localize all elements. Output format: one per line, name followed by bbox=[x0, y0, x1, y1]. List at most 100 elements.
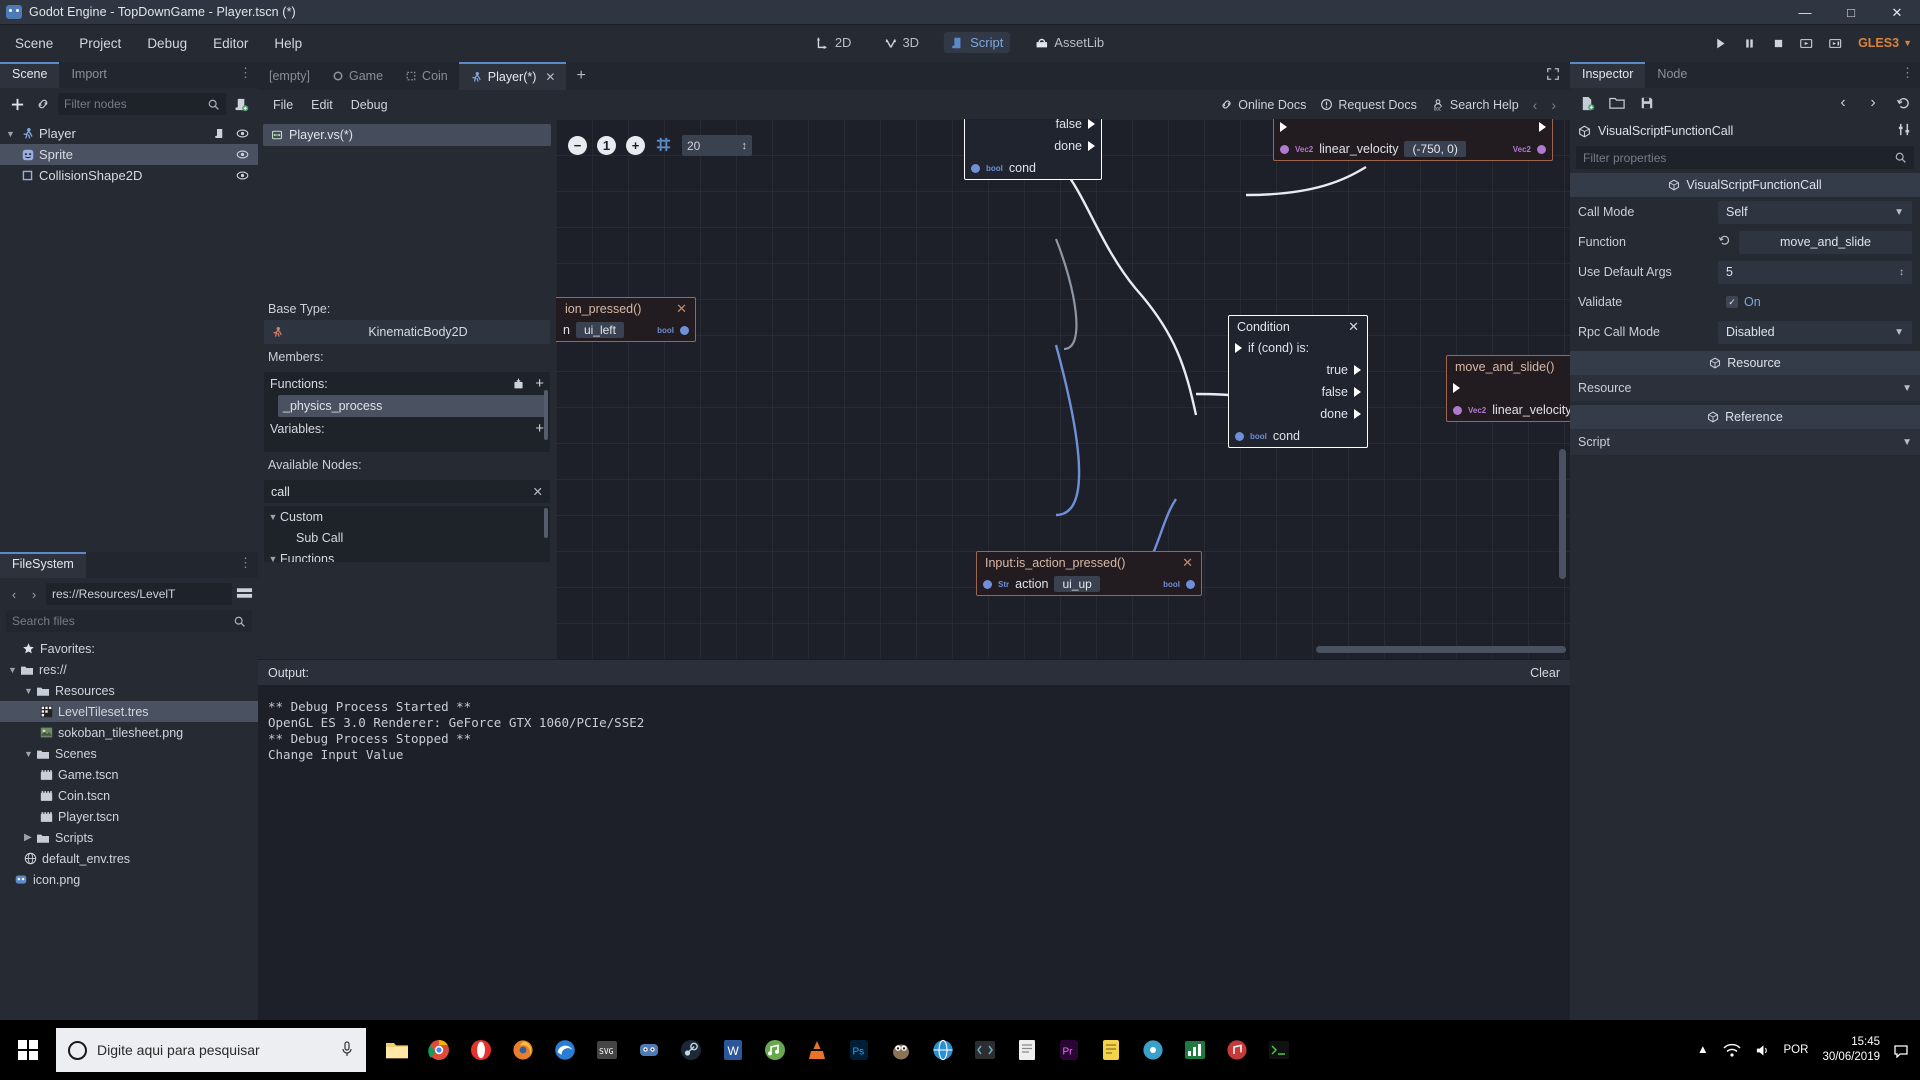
chevron-down-icon[interactable]: ▼ bbox=[1902, 383, 1912, 394]
pause-icon[interactable] bbox=[1736, 30, 1762, 56]
list-item[interactable]: ▶ Scripts bbox=[0, 827, 258, 848]
search-help-button[interactable]: DOC Search Help bbox=[1431, 98, 1519, 112]
tab-inspector[interactable]: Inspector bbox=[1570, 62, 1646, 88]
filter-nodes-input[interactable]: Filter nodes bbox=[58, 93, 226, 115]
firefox-icon[interactable] bbox=[502, 1026, 544, 1074]
graph-horizontal-scrollbar[interactable] bbox=[1316, 646, 1566, 653]
tab-script[interactable]: Script bbox=[944, 32, 1011, 53]
graph-node-row[interactable]: bool cond bbox=[1229, 425, 1367, 447]
chevron-down-icon[interactable]: ▼ bbox=[1894, 207, 1904, 218]
play-custom-scene-icon[interactable] bbox=[1823, 30, 1849, 56]
list-item[interactable]: ▼ Resources bbox=[0, 680, 258, 701]
tab-import[interactable]: Import bbox=[59, 62, 118, 88]
list-item[interactable]: ▼ Functions bbox=[264, 548, 550, 563]
vlc-icon[interactable] bbox=[796, 1026, 838, 1074]
play-scene-icon[interactable] bbox=[1794, 30, 1820, 56]
input-port-icon[interactable] bbox=[1235, 343, 1242, 353]
start-button[interactable] bbox=[0, 1020, 56, 1080]
nav-prev-button[interactable]: ‹ bbox=[1533, 97, 1538, 113]
spinner-icon[interactable]: ↕ bbox=[742, 140, 748, 152]
new-resource-icon[interactable] bbox=[1578, 96, 1596, 111]
port-value[interactable]: (-750, 0) bbox=[1404, 141, 1466, 157]
close-icon[interactable]: ✕ bbox=[1348, 319, 1359, 335]
filter-properties-input[interactable]: Filter properties bbox=[1576, 146, 1914, 169]
graph-node-row[interactable]: true bbox=[1229, 359, 1367, 381]
base-type-button[interactable]: KinematicBody2D bbox=[264, 320, 550, 344]
nav-back-button[interactable]: ‹ bbox=[6, 587, 22, 602]
function-item[interactable]: _physics_process bbox=[278, 395, 546, 417]
opera-icon[interactable] bbox=[460, 1026, 502, 1074]
add-function-button[interactable]: + bbox=[535, 376, 544, 391]
script-tab-game[interactable]: Game bbox=[321, 62, 394, 90]
minimize-button[interactable]: — bbox=[1782, 0, 1828, 25]
graph-node-condition[interactable]: Condition ✕ if (cond) is: true false don… bbox=[1228, 315, 1368, 448]
maximize-button[interactable]: □ bbox=[1828, 0, 1874, 25]
chevron-down-icon[interactable]: ▼ bbox=[1894, 327, 1904, 338]
clear-output-button[interactable]: Clear bbox=[1530, 666, 1560, 680]
chevron-down-icon[interactable]: ▼ bbox=[266, 554, 280, 563]
spinner-icon[interactable]: ↕ bbox=[1899, 267, 1904, 278]
graph-node-input-is-action-pressed[interactable]: Input:is_action_pressed() ✕ Str action u… bbox=[976, 551, 1202, 596]
network-icon[interactable] bbox=[1723, 1043, 1741, 1058]
input-port-icon[interactable] bbox=[1453, 405, 1462, 415]
script-tab-player[interactable]: Player(*) ✕ bbox=[458, 62, 567, 90]
graph-node-row[interactable]: bool cond bbox=[965, 157, 1101, 179]
list-item[interactable]: Sub Call bbox=[264, 527, 550, 548]
node-search-input[interactable]: call ✕ bbox=[264, 480, 550, 503]
music-icon[interactable] bbox=[1216, 1026, 1258, 1074]
nav-next-button[interactable]: › bbox=[1551, 97, 1556, 113]
input-port-icon[interactable] bbox=[1235, 431, 1244, 441]
list-item[interactable]: sokoban_tilesheet.png bbox=[0, 722, 258, 743]
graph-node-row[interactable]: Vec2 linear_velocity (0, 750) Vec2 bbox=[1447, 399, 1570, 421]
output-port-icon[interactable] bbox=[1354, 365, 1361, 375]
snap-distance-input[interactable]: 20 ↕ bbox=[682, 135, 752, 156]
property-resource[interactable]: Resource ▼ bbox=[1570, 375, 1920, 401]
input-port-icon[interactable] bbox=[1280, 122, 1287, 132]
notepad-icon[interactable] bbox=[1006, 1026, 1048, 1074]
output-port-icon[interactable] bbox=[1354, 387, 1361, 397]
save-resource-icon[interactable] bbox=[1638, 96, 1656, 110]
add-variable-button[interactable]: + bbox=[535, 421, 544, 436]
add-node-button[interactable] bbox=[6, 93, 28, 115]
close-icon[interactable]: ✕ bbox=[1182, 555, 1193, 571]
graph-node-move-and-slide[interactable]: move_and_slide() ✕ Vec2 linear_velocity … bbox=[1446, 355, 1570, 422]
menu-debug[interactable]: Debug bbox=[136, 33, 198, 54]
property-validate[interactable]: Validate ✓ On bbox=[1570, 287, 1920, 317]
dock-menu-icon[interactable]: ⋮ bbox=[239, 556, 252, 569]
chevron-right-icon[interactable]: ▶ bbox=[24, 832, 36, 843]
list-item[interactable]: default_env.tres bbox=[0, 848, 258, 869]
zoom-in-button[interactable]: + bbox=[626, 136, 645, 155]
visibility-icon[interactable] bbox=[236, 169, 249, 182]
revert-icon[interactable] bbox=[1718, 234, 1731, 250]
tab-2d[interactable]: 2D bbox=[809, 32, 859, 53]
zoom-out-button[interactable]: − bbox=[568, 136, 587, 155]
script-tab-coin[interactable]: Coin bbox=[394, 62, 459, 90]
godot-icon[interactable] bbox=[628, 1026, 670, 1074]
taskbar-clock[interactable]: 15:45 30/06/2019 bbox=[1822, 1035, 1880, 1065]
property-value[interactable]: 5 ↕ bbox=[1718, 260, 1912, 284]
tab-3d[interactable]: 3D bbox=[876, 32, 926, 53]
menu-editor[interactable]: Editor bbox=[202, 33, 259, 54]
graph-node-row[interactable] bbox=[1447, 377, 1570, 399]
list-item[interactable]: Game.tscn bbox=[0, 764, 258, 785]
explorer-icon[interactable] bbox=[376, 1026, 418, 1074]
steam-icon[interactable] bbox=[670, 1026, 712, 1074]
menu-project[interactable]: Project bbox=[68, 33, 132, 54]
input-port-icon[interactable] bbox=[971, 163, 980, 173]
script-menu-file[interactable]: File bbox=[264, 95, 302, 115]
graph-node-row[interactable]: false bbox=[1229, 381, 1367, 403]
clear-icon[interactable]: ✕ bbox=[533, 484, 543, 499]
filesystem-search-input[interactable]: Search files bbox=[6, 610, 252, 632]
graph-vertical-scrollbar[interactable] bbox=[1559, 449, 1566, 579]
word-icon[interactable]: W bbox=[712, 1026, 754, 1074]
expand-icon[interactable] bbox=[1546, 67, 1570, 86]
instance-scene-icon[interactable] bbox=[32, 93, 54, 115]
list-item[interactable]: ▼ Scenes bbox=[0, 743, 258, 764]
object-tools-icon[interactable] bbox=[1897, 122, 1912, 140]
close-icon[interactable]: ✕ bbox=[676, 301, 687, 317]
chevron-down-icon[interactable]: ▼ bbox=[24, 686, 36, 696]
chevron-down-icon[interactable]: ▼ bbox=[266, 512, 280, 522]
add-script-tab-button[interactable]: + bbox=[566, 67, 595, 85]
gimp-icon[interactable] bbox=[880, 1026, 922, 1074]
input-port-icon[interactable] bbox=[1453, 383, 1460, 393]
